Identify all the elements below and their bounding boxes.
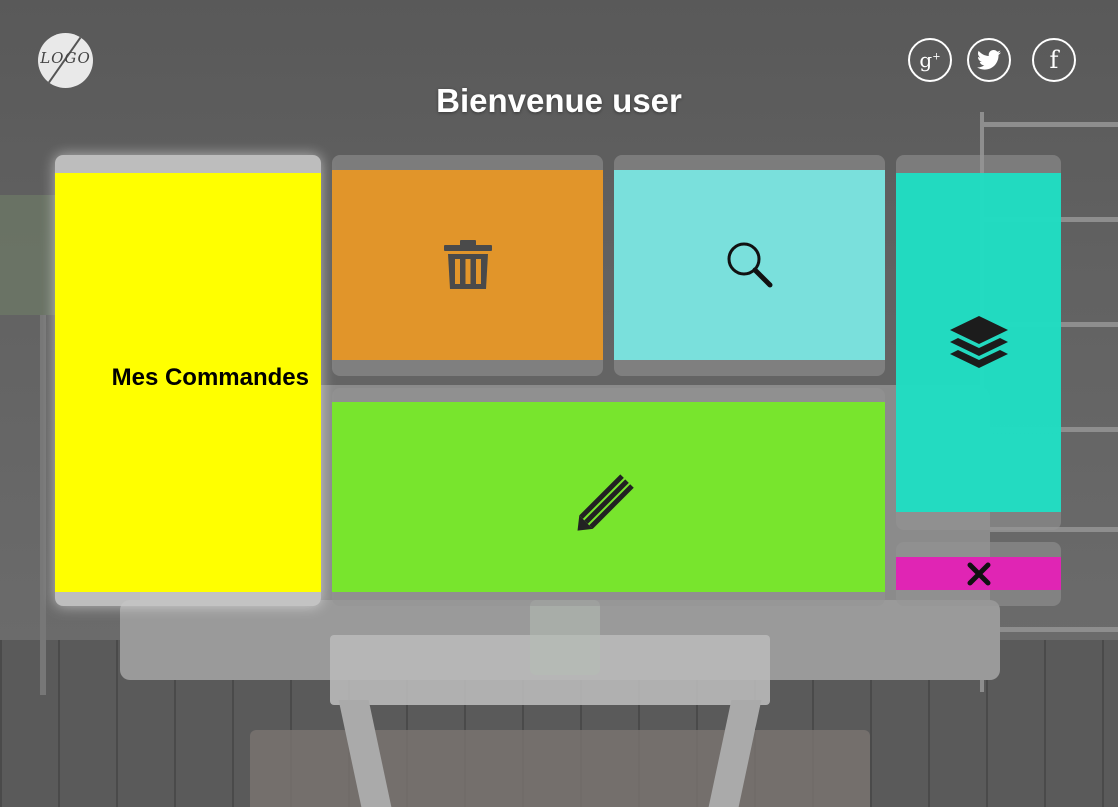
facebook-icon: f [1049,46,1059,74]
pencil-icon [577,474,634,531]
twitter-icon [977,50,1001,70]
logo[interactable]: LOGO [38,33,93,88]
search-icon [727,242,772,288]
delete-tile[interactable] [332,155,603,376]
page-title: Bienvenue user [436,82,682,119]
google-plus-button[interactable]: g+ [908,38,952,82]
mes-commandes-label: Mes Commandes [111,364,309,391]
google-plus-icon: g+ [919,48,941,72]
search-tile[interactable] [614,155,885,376]
close-icon [967,562,990,585]
layers-tile[interactable] [896,155,1061,530]
twitter-button[interactable] [967,38,1011,82]
layers-icon [949,315,1008,368]
close-tile[interactable] [896,542,1061,606]
mes-commandes-tile[interactable]: Mes Commandes [55,155,321,606]
trash-icon [443,240,492,289]
edit-tile[interactable] [332,388,885,606]
facebook-button[interactable]: f [1032,38,1076,82]
logo-text: LOGO [40,49,91,67]
